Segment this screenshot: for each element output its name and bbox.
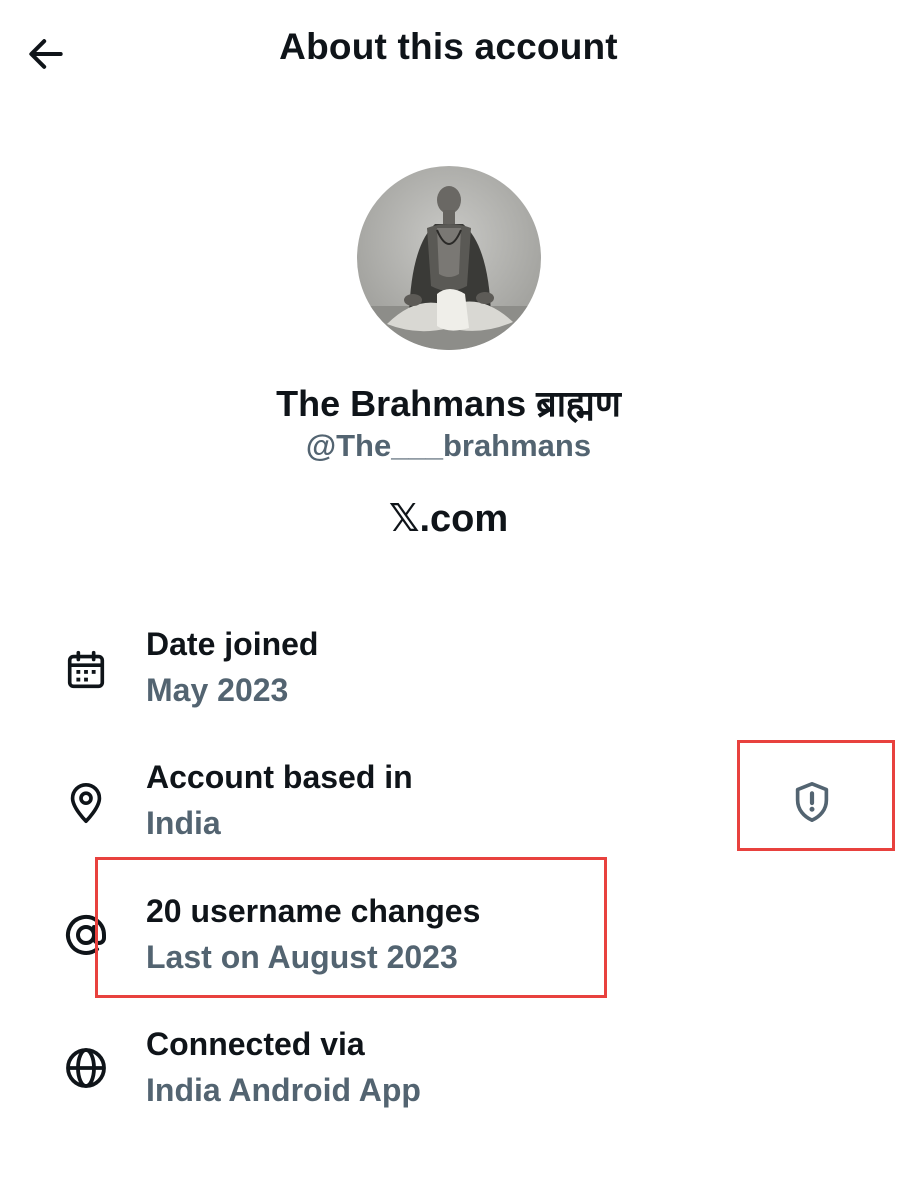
site-link[interactable]: 𝕏.com (0, 496, 897, 541)
profile-photo (357, 166, 541, 350)
location-pin-icon (60, 777, 112, 829)
highlight-box-username-changes (95, 857, 607, 998)
connected-via-label: Connected via (146, 1026, 365, 1062)
globe-icon (60, 1042, 112, 1094)
page-title: About this account (279, 26, 618, 67)
display-name: The Brahmans ब्राह्मण (276, 383, 621, 424)
avatar (357, 166, 541, 350)
connected-via-row: Connected via India Android App (60, 1026, 680, 1126)
account-based-value: India (146, 805, 221, 841)
username-handle: @The___brahmans (305, 428, 592, 463)
account-based-row: Account based in India (60, 759, 680, 859)
calendar-icon (60, 644, 112, 696)
highlight-box-shield (737, 740, 895, 851)
connected-via-value: India Android App (146, 1072, 421, 1108)
date-joined-value: May 2023 (146, 672, 289, 708)
date-joined-row: Date joined May 2023 (60, 626, 680, 726)
date-joined-label: Date joined (146, 626, 319, 662)
account-based-label: Account based in (146, 759, 413, 795)
